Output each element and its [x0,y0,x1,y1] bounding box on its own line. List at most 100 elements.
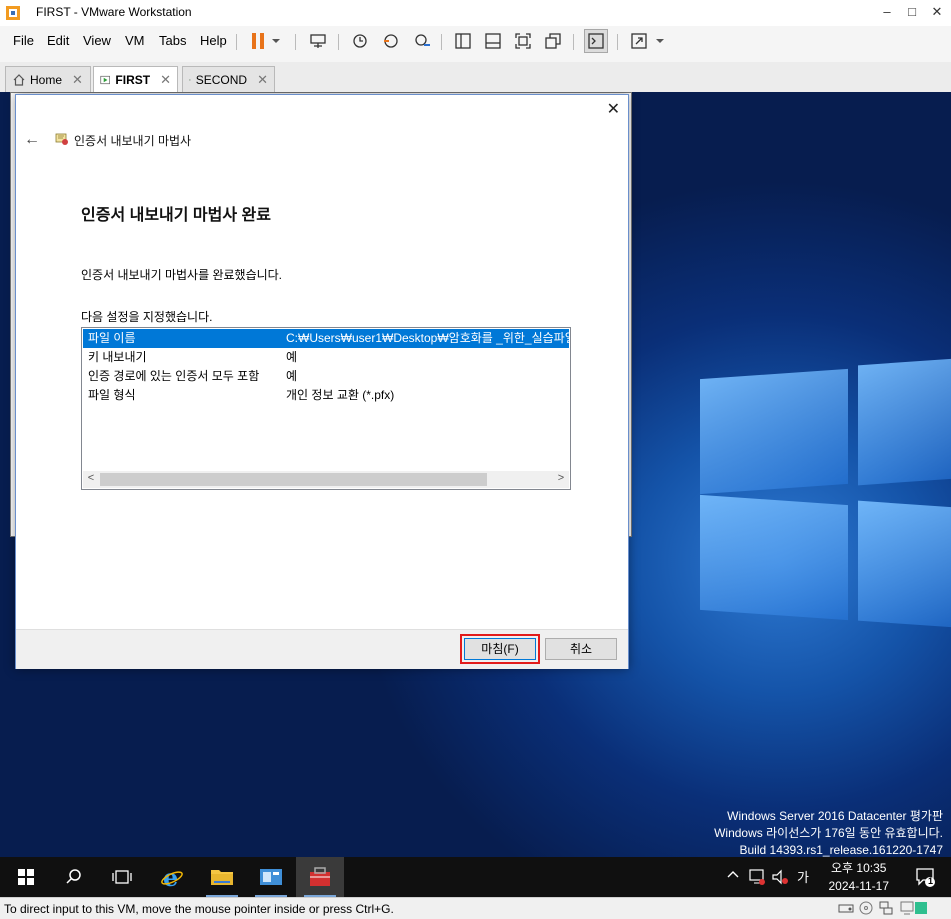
close-icon[interactable]: ✕ [257,72,268,88]
cancel-button[interactable]: 취소 [545,638,617,660]
menu-tabs[interactable]: Tabs [159,33,186,48]
taskbar: e 가 오후 10:35 2024-11-17 1 [0,857,951,897]
volume-muted-icon[interactable] [771,868,789,889]
settings-list[interactable]: 파일 이름 C:₩Users₩user1₩Desktop₩암호화를 _위한_실습… [81,327,571,490]
toolbox-icon [310,867,330,886]
taskbar-file-explorer[interactable] [198,857,246,897]
start-button[interactable] [2,857,50,897]
list-item[interactable]: 파일 이름 C:₩Users₩user1₩Desktop₩암호화를 _위한_실습… [83,329,571,348]
tab-first[interactable]: FIRST ✕ [93,66,178,93]
search-icon [66,869,81,884]
setting-value: 예 [286,369,298,383]
vm-running-icon [189,79,191,81]
toolbar-separator [617,34,618,50]
windows-watermark: Windows Server 2016 Datacenter 평가판 Windo… [714,808,943,859]
windows-start-icon [18,869,34,885]
toolbar-separator [236,34,237,50]
windows-logo-pane [858,500,951,628]
snapshot-revert-icon[interactable] [379,29,403,53]
taskbar-certificate-tool[interactable] [296,857,344,897]
network-disconnected-icon[interactable] [748,868,766,889]
taskbar-clock[interactable]: 오후 10:35 2024-11-17 [829,859,890,895]
close-button[interactable]: ✕ [924,2,950,22]
snapshot-take-icon[interactable] [348,29,372,53]
certificate-export-wizard: ✕ ← 인증서 내보내기 마법사 인증서 내보내기 마법사 완료 인증서 내보내… [15,94,629,669]
internet-explorer-icon: e [161,865,183,889]
thumbnail-view-icon[interactable] [481,29,505,53]
scroll-right-icon[interactable]: > [553,472,569,484]
setting-key: 파일 형식 [88,388,136,402]
folder-icon [211,870,233,885]
toolbar-separator [573,34,574,50]
task-view-button[interactable] [98,857,146,897]
cd-rom-icon[interactable] [858,901,874,918]
toolbar-separator [338,34,339,50]
page-heading: 인증서 내보내기 마법사 완료 [81,207,271,224]
chevron-up-icon[interactable] [726,868,740,883]
list-item[interactable]: 키 내보내기 예 [83,348,569,367]
vm-console[interactable]: ✕ ← 인증서 내보내기 마법사 인증서 내보내기 마법사 완료 인증서 내보내… [0,92,951,897]
clock-date: 2024-11-17 [828,879,890,893]
menu-help[interactable]: Help [200,33,227,48]
menu-edit[interactable]: Edit [47,33,69,48]
menu-vm[interactable]: VM [125,33,145,48]
status-bar: To direct input to this VM, move the mou… [0,897,951,918]
action-center-icon[interactable]: 1 [915,866,937,891]
minimize-button[interactable]: – [874,2,900,22]
list-item[interactable]: 파일 형식 개인 정보 교환 (*.pfx) [83,386,569,405]
horizontal-scrollbar[interactable]: < > [83,471,569,488]
snapshot-manager-icon[interactable] [410,29,434,53]
unity-view-icon[interactable] [541,29,565,53]
dialog-close-button[interactable]: ✕ [607,99,620,119]
menu-file[interactable]: File [13,33,34,48]
status-text: To direct input to this VM, move the mou… [4,902,394,916]
watermark-edition: Windows Server 2016 Datacenter 평가판 [727,809,943,823]
toolbar-separator [441,34,442,50]
network-adapter-icon[interactable] [878,901,894,918]
pause-icon[interactable] [246,29,270,53]
setting-key: 파일 이름 [88,331,136,345]
tab-bar: Home ✕ FIRST ✕ SECOND ✕ [0,62,951,93]
list-item[interactable]: 인증 경로에 있는 인증서 모두 포함 예 [83,367,569,386]
menu-bar: File Edit View VM Tabs Help [0,26,951,62]
watermark-license: Windows 라이선스가 176일 동안 유효합니다. [714,826,943,840]
tab-second[interactable]: SECOND ✕ [182,66,275,93]
maximize-button[interactable]: □ [899,2,925,22]
library-view-icon[interactable] [451,29,475,53]
full-screen-icon[interactable] [511,29,535,53]
chevron-down-icon[interactable] [268,29,284,53]
send-keys-icon[interactable] [306,29,330,53]
stretch-guest-icon[interactable] [627,29,651,53]
title-bar: FIRST - VMware Workstation – □ ✕ [0,0,951,26]
tab-second-label: SECOND [195,73,248,87]
scrollbar-thumb[interactable] [100,473,487,486]
windows-logo-pane [700,368,848,495]
hard-disk-icon[interactable] [838,901,854,918]
wizard-title: 인증서 내보내기 마법사 [74,134,192,148]
setting-value: C:₩Users₩user1₩Desktop₩암호화를 _위한_실습파일 [286,331,571,345]
chevron-down-icon[interactable] [652,29,668,53]
windows-logo-pane [700,494,848,621]
windows-logo-pane [858,358,951,486]
tab-first-label: FIRST [115,73,151,87]
setting-value: 개인 정보 교환 (*.pfx) [286,388,395,402]
taskbar-server-manager[interactable] [247,857,295,897]
finish-button[interactable]: 마침(F) [460,634,540,664]
completion-message: 인증서 내보내기 마법사를 완료했습니다. [81,268,283,282]
home-icon [13,74,25,86]
tab-home[interactable]: Home ✕ [5,66,91,93]
display-icon[interactable] [900,901,914,918]
tab-home-label: Home [30,73,63,87]
console-view-icon[interactable] [584,29,608,53]
menu-view[interactable]: View [83,33,111,48]
back-arrow-icon[interactable]: ← [24,131,40,149]
close-icon[interactable]: ✕ [160,72,171,88]
taskbar-ie[interactable]: e [148,857,196,897]
task-view-icon [112,870,132,884]
search-button[interactable] [50,857,98,897]
ime-indicator[interactable]: 가 [797,867,809,886]
setting-key: 인증 경로에 있는 인증서 모두 포함 [88,369,260,383]
scroll-left-icon[interactable]: < [83,472,99,484]
close-icon[interactable]: ✕ [72,72,83,88]
message-log-icon[interactable] [913,900,929,919]
